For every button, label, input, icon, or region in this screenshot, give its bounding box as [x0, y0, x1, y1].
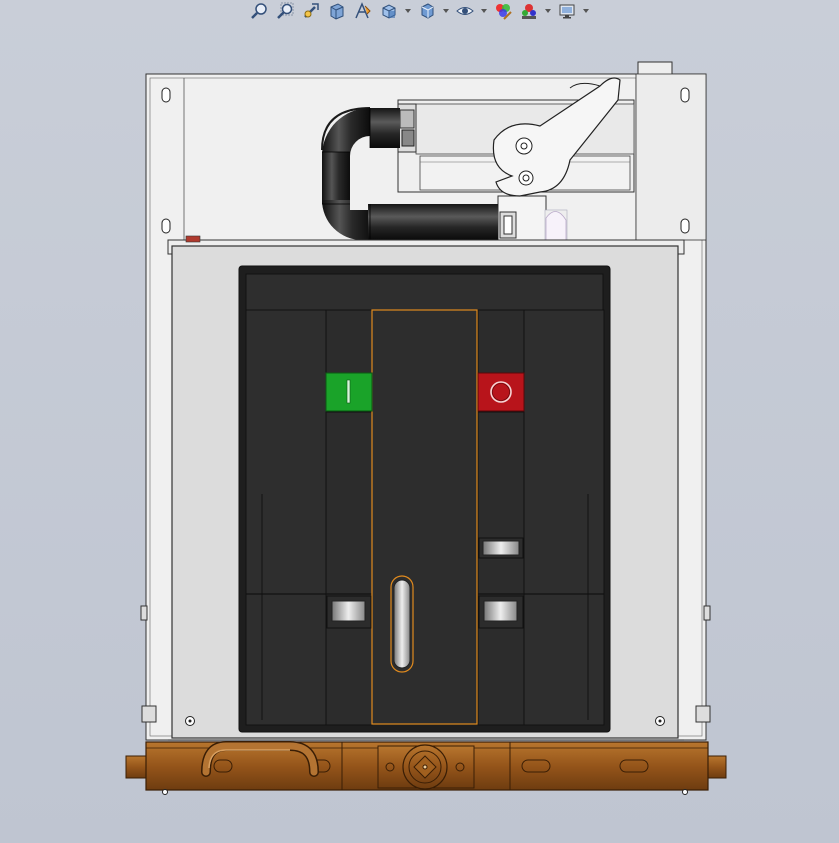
racking-shaft-socket[interactable] — [377, 744, 475, 790]
graphics-area[interactable] — [0, 0, 839, 843]
off-button[interactable] — [477, 372, 525, 412]
on-button[interactable] — [325, 372, 373, 412]
center-handle-strip[interactable] — [371, 309, 478, 725]
